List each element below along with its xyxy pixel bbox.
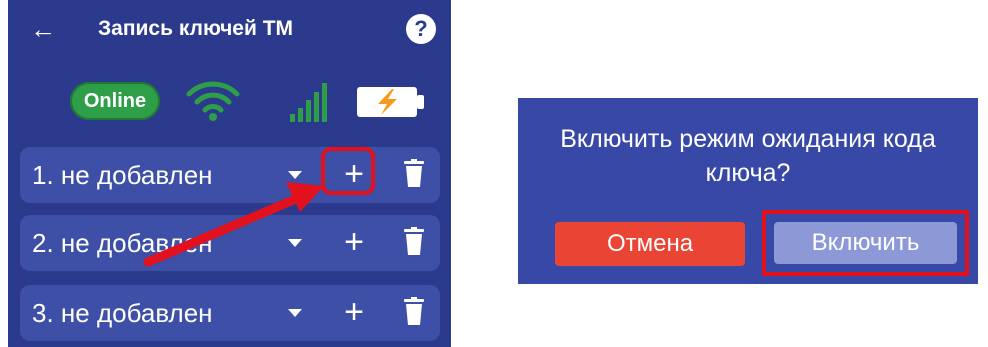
confirm-dialog: Включить режим ожидания кода ключа? Отме… bbox=[518, 98, 978, 284]
app-bar: ← Запись ключей ТМ ? bbox=[8, 0, 451, 62]
arrow-left-icon[interactable]: ← bbox=[30, 14, 56, 44]
highlight-frame bbox=[321, 147, 375, 195]
question-icon[interactable]: ? bbox=[406, 14, 436, 44]
chevron-down-icon[interactable] bbox=[288, 309, 302, 317]
status-bar: Online bbox=[8, 76, 451, 128]
cancel-button[interactable]: Отмена bbox=[555, 222, 745, 266]
wifi-icon bbox=[186, 81, 240, 121]
phone-screen: ← Запись ключей ТМ ? Online 1. не добавл… bbox=[8, 0, 451, 347]
battery-charging-icon bbox=[357, 87, 424, 117]
trash-icon[interactable] bbox=[404, 227, 424, 255]
trash-icon[interactable] bbox=[404, 159, 424, 187]
plus-icon[interactable]: + bbox=[336, 225, 372, 261]
page-title: Запись ключей ТМ bbox=[98, 17, 294, 40]
trash-icon[interactable] bbox=[404, 297, 424, 325]
signal-bars-icon bbox=[290, 83, 327, 122]
enable-button[interactable]: Включить bbox=[774, 222, 957, 264]
dialog-message: Включить режим ожидания кода ключа? bbox=[560, 125, 936, 187]
key-slot-label: 3. не добавлен bbox=[32, 298, 213, 328]
online-status-badge: Online bbox=[70, 82, 160, 120]
plus-icon[interactable]: + bbox=[336, 295, 372, 331]
key-slot-label: 2. не добавлен bbox=[32, 228, 213, 258]
chevron-down-icon[interactable] bbox=[288, 239, 302, 247]
key-slot-row: 3. не добавлен + bbox=[20, 285, 440, 341]
key-slot-label: 1. не добавлен bbox=[32, 160, 213, 190]
chevron-down-icon[interactable] bbox=[288, 171, 302, 179]
key-slot-row: 1. не добавлен + bbox=[20, 147, 440, 203]
key-slot-row: 2. не добавлен + bbox=[20, 215, 440, 271]
highlight-frame: Включить bbox=[762, 210, 969, 276]
